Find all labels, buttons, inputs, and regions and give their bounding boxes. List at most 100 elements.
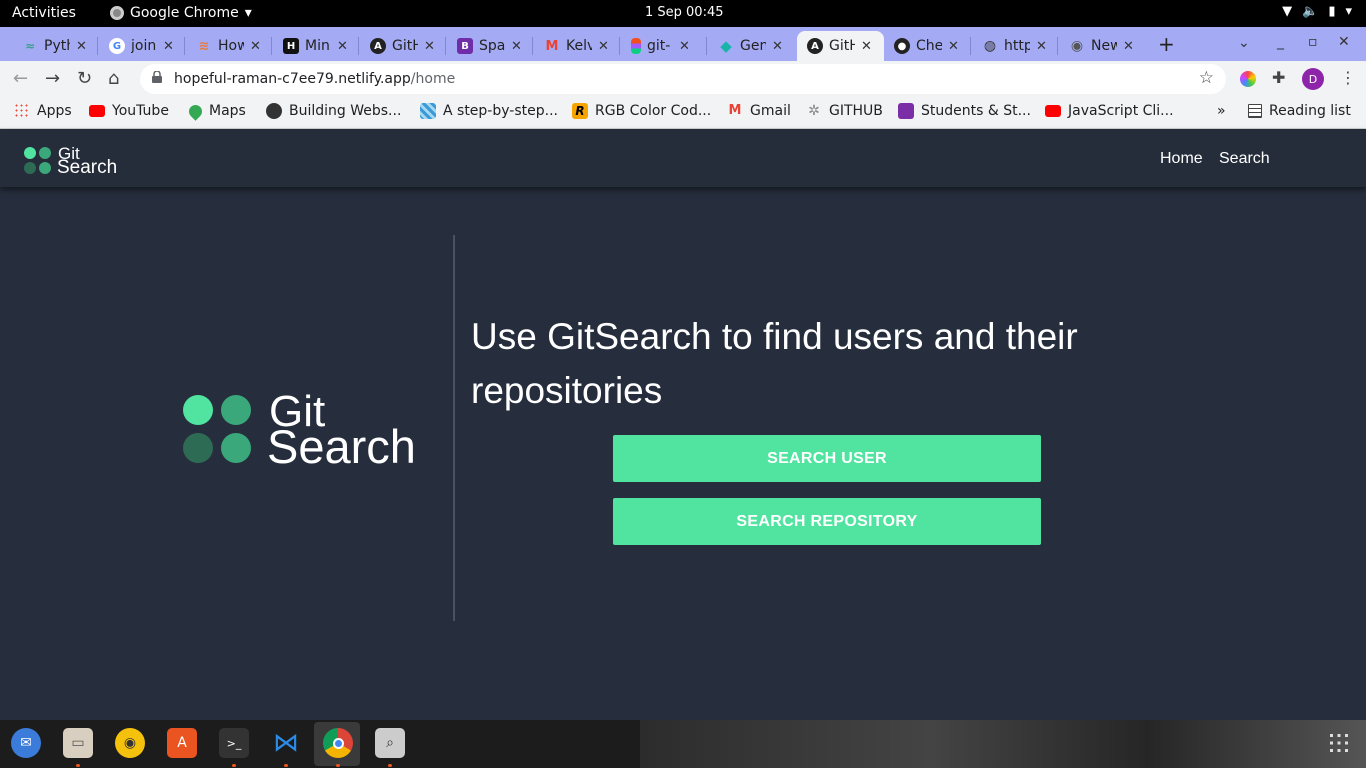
software-icon[interactable]: A	[167, 728, 197, 758]
tab[interactable]: ≋ How ✕	[186, 31, 267, 61]
profile-initial: D	[1308, 72, 1318, 86]
files-icon[interactable]: ▭	[63, 728, 93, 758]
vscode-icon[interactable]: ⋈	[271, 728, 301, 758]
clock[interactable]: 1 Sep 00:45	[645, 5, 724, 20]
tab-label: Pyth	[44, 38, 70, 54]
minimize-icon[interactable]: _	[1277, 34, 1284, 50]
close-tab-icon[interactable]: ✕	[511, 39, 522, 54]
close-tab-icon[interactable]: ✕	[424, 39, 435, 54]
home-icon[interactable]: ⌂	[108, 68, 119, 89]
bookmark-students[interactable]: Students & St...	[898, 103, 1031, 119]
logo-dot	[39, 162, 51, 174]
close-tab-icon[interactable]: ✕	[861, 39, 872, 54]
close-tab-icon[interactable]: ✕	[337, 39, 348, 54]
search-user-button[interactable]: SEARCH USER	[613, 435, 1041, 482]
figma-icon	[631, 38, 641, 54]
address-bar[interactable]: hopeful-raman-c7ee79.netlify.app/home ☆	[140, 64, 1226, 94]
tab-search-icon[interactable]: ⌄	[1238, 35, 1250, 51]
close-tab-icon[interactable]: ✕	[250, 39, 261, 54]
close-tab-icon[interactable]: ✕	[679, 39, 690, 54]
bookmark-apps[interactable]: Apps	[14, 103, 72, 119]
gmail-icon: M	[728, 103, 742, 118]
ubuntu-dock: ✉ ▭ ◉ A >_ ⋈ ⌕	[0, 720, 1366, 768]
logo-dot	[24, 147, 36, 159]
tab[interactable]: H Min ✕	[273, 31, 354, 61]
reading-list-button[interactable]: Reading list	[1248, 103, 1351, 119]
tab-separator	[706, 37, 707, 55]
tab[interactable]: M Kelv ✕	[534, 31, 615, 61]
color-extension-icon[interactable]	[1240, 71, 1256, 87]
rhythmbox-icon[interactable]: ◉	[115, 728, 145, 758]
browser-toolbar: ← → ↻ ⌂ hopeful-raman-c7ee79.netlify.app…	[0, 61, 1366, 96]
bookmark-star-icon[interactable]: ☆	[1199, 68, 1214, 88]
bookmark-building-websites[interactable]: Building Webs...	[266, 103, 401, 119]
battery-icon: ▮	[1328, 4, 1336, 19]
reload-icon[interactable]: ↻	[77, 68, 92, 89]
tab-separator	[358, 37, 359, 55]
close-tab-icon[interactable]: ✕	[772, 39, 783, 54]
forward-icon[interactable]: →	[45, 68, 60, 89]
close-window-icon[interactable]: ✕	[1338, 34, 1350, 50]
maximize-icon[interactable]: ▫	[1308, 34, 1318, 50]
list-icon	[898, 103, 914, 119]
nav-search-link[interactable]: Search	[1219, 150, 1270, 168]
bookmarks-overflow-button[interactable]: »	[1217, 103, 1226, 119]
bookmark-youtube[interactable]: YouTube	[89, 103, 169, 119]
tab[interactable]: G join ✕	[99, 31, 180, 61]
tab[interactable]: A GitH ✕	[360, 31, 441, 61]
chrome-icon: ◉	[1070, 38, 1084, 54]
back-icon[interactable]: ←	[13, 68, 28, 89]
tab[interactable]: B Spa ✕	[447, 31, 528, 61]
close-tab-icon[interactable]: ✕	[1123, 39, 1134, 54]
tab[interactable]: ≈ Pyth ✕	[12, 31, 93, 61]
bookmark-label: A step-by-step...	[443, 103, 558, 119]
system-tray[interactable]: ▼ 🔈 ▮ ▾	[1282, 4, 1352, 19]
tab-label: Gen	[740, 38, 766, 54]
new-tab-button[interactable]: +	[1158, 32, 1175, 56]
nav-home-link[interactable]: Home	[1160, 150, 1203, 168]
running-indicator	[284, 764, 288, 767]
show-apps-icon[interactable]	[1329, 733, 1349, 753]
close-tab-icon[interactable]: ✕	[598, 39, 609, 54]
logo-dot	[221, 433, 251, 463]
terminal-icon[interactable]: >_	[219, 728, 249, 758]
webpage: Git Search Home Search Git Search Use Gi…	[0, 130, 1366, 720]
angular-icon: A	[370, 38, 386, 54]
app-menu[interactable]: Google Chrome ▾	[110, 5, 252, 21]
bookmark-rgb-color-codes[interactable]: R RGB Color Cod...	[572, 103, 711, 119]
youtube-icon	[1045, 105, 1061, 117]
bookmark-gmail[interactable]: M Gmail	[727, 103, 791, 119]
activities-button[interactable]: Activities	[12, 5, 76, 21]
bookmark-label: GITHUB	[829, 103, 883, 119]
search-repository-button[interactable]: SEARCH REPOSITORY	[613, 498, 1041, 545]
bookmark-step-by-step[interactable]: A step-by-step...	[420, 103, 558, 119]
bookmark-label: Apps	[37, 103, 72, 119]
hero-headline: Use GitSearch to find users and their re…	[471, 316, 1078, 411]
tab-label: Che	[916, 38, 942, 54]
tab[interactable]: ◉ New ✕	[1059, 31, 1140, 61]
bookmark-maps[interactable]: Maps	[186, 101, 246, 121]
url-host: hopeful-raman-c7ee79.netlify.app	[174, 71, 411, 87]
bookmark-github[interactable]: ✲ GITHUB	[806, 103, 883, 119]
chrome-menu-icon[interactable]: ⋮	[1340, 68, 1356, 87]
tab[interactable]: git- ✕	[621, 31, 696, 61]
bookmark-javascript-clips[interactable]: JavaScript Cli...	[1045, 103, 1174, 119]
tab-label: Kelv	[566, 38, 592, 54]
extensions-puzzle-icon[interactable]: ✚	[1272, 68, 1285, 87]
tab[interactable]: ◆ Gen ✕	[708, 31, 789, 61]
profile-avatar[interactable]: D	[1302, 68, 1324, 90]
close-tab-icon[interactable]: ✕	[1036, 39, 1047, 54]
tab[interactable]: ● Che ✕	[884, 31, 965, 61]
tab-separator	[619, 37, 620, 55]
close-tab-icon[interactable]: ✕	[948, 39, 959, 54]
tab-separator	[532, 37, 533, 55]
tab[interactable]: ◍ http ✕	[972, 31, 1053, 61]
close-tab-icon[interactable]: ✕	[163, 39, 174, 54]
vertical-divider	[453, 235, 455, 621]
thunderbird-icon[interactable]: ✉	[11, 728, 41, 758]
close-tab-icon[interactable]: ✕	[76, 39, 87, 54]
tab-label: Spa	[479, 38, 505, 54]
tab-active[interactable]: A GitH ✕	[797, 31, 884, 61]
screenshot-icon[interactable]: ⌕	[375, 728, 405, 758]
chrome-icon[interactable]	[323, 728, 353, 758]
